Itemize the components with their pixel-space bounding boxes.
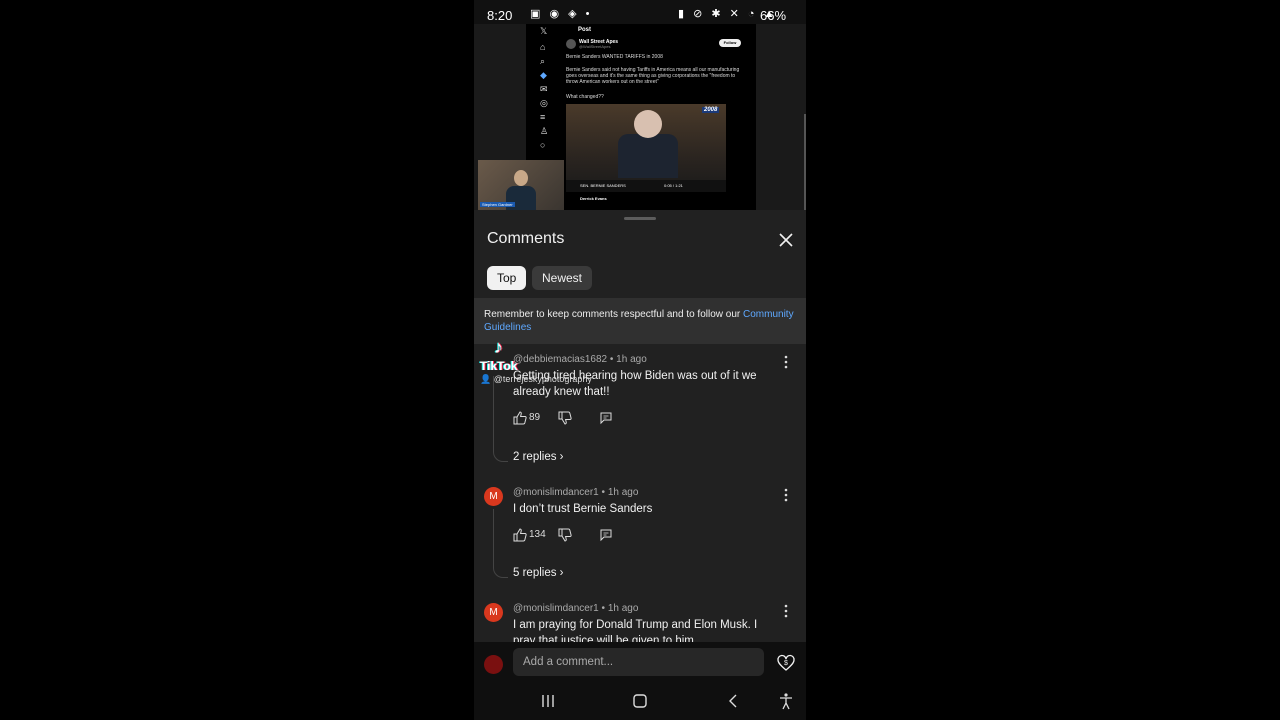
view-replies-button[interactable]: 5 replies ›: [513, 567, 564, 579]
dislike-icon[interactable]: [558, 528, 572, 542]
more-options-icon[interactable]: [780, 354, 792, 370]
tab-newest[interactable]: Newest: [532, 266, 593, 290]
comment-actions: 89: [513, 411, 633, 427]
comments-title: Comments: [487, 230, 565, 247]
avatar[interactable]: M: [484, 603, 503, 622]
svg-text:$: $: [784, 660, 788, 667]
user-avatar: [484, 655, 503, 674]
drag-handle[interactable]: [624, 217, 656, 220]
lower-third-name: SEN. BERNIE SANDERS: [580, 183, 626, 188]
avatar[interactable]: M: [484, 487, 503, 506]
post-text-2: Bernie Sanders said not having Tariffs i…: [566, 67, 740, 85]
post-handle: @WallStreetApes: [579, 44, 611, 49]
accessibility-icon[interactable]: [776, 692, 796, 710]
comment-author[interactable]: @monislimdancer1: [513, 603, 599, 614]
tiktok-logo-icon: ♪: [494, 337, 503, 357]
comment-author[interactable]: @monislimdancer1: [513, 487, 599, 498]
post-text-3: What changed??: [566, 94, 604, 100]
x-post-content: Post Wall Street Apes @WallStreetApes Fo…: [564, 24, 754, 210]
follow-button: Follow: [719, 39, 741, 47]
status-time: 8:20: [487, 8, 513, 23]
phone-screen: 8:20 ▣ ◉ ◈ • ▮ ⊘ ✱ ✕ ◔ ▲ 66% 𝕏 ⌂ ⌕ ◆ ✉ ◎…: [474, 0, 806, 720]
x-logo-icon: 𝕏: [540, 26, 548, 36]
comment-time: 1h ago: [607, 603, 639, 614]
more-icon: ○: [540, 140, 546, 150]
thread-line: [493, 376, 494, 451]
notice-text: Remember to keep comments respectful and…: [484, 309, 744, 320]
video-player[interactable]: 𝕏 ⌂ ⌕ ◆ ✉ ◎ ≡ ♙ ○ Post Wall Street Apes …: [474, 24, 806, 224]
year-badge: 2008: [702, 107, 720, 113]
tiktok-watermark: ♪ TikTok 👤 @terrejeskyphotography: [480, 337, 600, 387]
more-options-icon[interactable]: [780, 603, 792, 619]
author-avatar: [566, 39, 576, 49]
home-icon: ⌂: [540, 42, 546, 52]
tiktok-brand: TikTok: [480, 359, 518, 373]
add-comment-input[interactable]: Add a comment...: [513, 648, 764, 676]
like-count: 134: [529, 529, 546, 540]
comment-text: I am praying for Donald Trump and Elon M…: [513, 619, 758, 642]
like-icon[interactable]: [513, 528, 527, 542]
mail-icon: ✉: [540, 84, 548, 94]
presenter-name: Stephen Gardner: [480, 202, 515, 207]
presenter-head: [514, 170, 528, 186]
battery-level: 66%: [760, 8, 787, 23]
search-icon: ⌕: [540, 56, 546, 66]
reply-icon[interactable]: [599, 528, 613, 542]
video-lower-third: SEN. BERNIE SANDERS 0:05 / 1:21: [566, 180, 726, 192]
speaker-head: [634, 110, 662, 138]
reply-icon[interactable]: [599, 411, 613, 425]
back-icon[interactable]: [724, 692, 744, 710]
notification-icon: ◆: [540, 70, 547, 80]
video-time: 0:05 / 1:21: [664, 183, 683, 188]
comment-text: I don’t trust Bernie Sanders: [513, 503, 653, 515]
comment-time: 1h ago: [616, 354, 647, 365]
reply-author: Derrick Evans: [580, 196, 607, 201]
embedded-video: 2008 SEN. BERNIE SANDERS 0:05 / 1:21: [566, 104, 726, 192]
dislike-icon[interactable]: [558, 411, 572, 425]
android-nav-bar: [474, 682, 806, 720]
like-count: 89: [529, 412, 541, 423]
video-scrollbar[interactable]: [804, 114, 806, 224]
replies-label: 5 replies: [513, 567, 557, 579]
list-icon: ≡: [540, 112, 546, 122]
profile-icon: ♙: [540, 126, 549, 136]
more-options-icon[interactable]: [780, 487, 792, 503]
tiktok-user: 👤 @terrejeskyphotography: [480, 374, 592, 384]
super-thanks-icon[interactable]: $: [776, 653, 796, 673]
grok-icon: ◎: [540, 98, 548, 108]
status-left-icons: ▣ ◉ ◈ •: [530, 8, 593, 20]
post-header: Post: [578, 27, 592, 33]
tiktok-username: @terrejeskyphotography: [493, 374, 592, 384]
thread-line: [493, 509, 494, 567]
comment-item: M @monislimdancer1 • 1h ago I am praying…: [474, 603, 806, 642]
speaker-suit: [618, 134, 678, 178]
picture-in-picture: Stephen Gardner: [478, 160, 564, 210]
replies-label: 2 replies: [513, 451, 557, 463]
home-button-icon[interactable]: [630, 692, 650, 710]
close-icon[interactable]: [776, 230, 796, 250]
like-icon[interactable]: [513, 411, 527, 425]
comment-time: 1h ago: [607, 487, 639, 498]
post-text-1: Bernie Sanders WANTED TARIFFS in 2008: [566, 54, 663, 60]
comment-meta: @monislimdancer1 • 1h ago: [513, 603, 639, 614]
comment-meta: @monislimdancer1 • 1h ago: [513, 487, 639, 498]
tab-top[interactable]: Top: [487, 266, 527, 290]
comment-actions: 134: [513, 528, 633, 544]
add-comment-bar: Add a comment... $: [474, 642, 806, 682]
view-replies-button[interactable]: 2 replies ›: [513, 451, 564, 463]
recent-apps-icon[interactable]: [538, 692, 558, 710]
